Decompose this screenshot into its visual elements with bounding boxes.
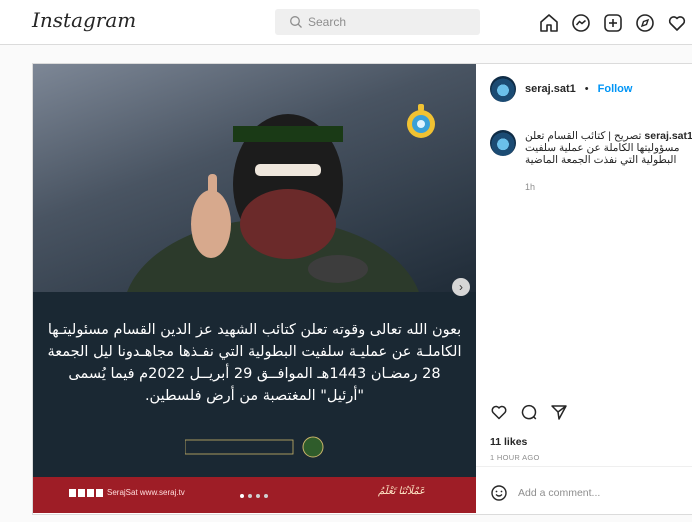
post-media[interactable]: بعون الله تعالى وقوته تعلن كتائب الشهيد …	[33, 64, 476, 513]
footer-social-handle: SerajSat www.seraj.tv	[69, 488, 185, 497]
post-photo	[33, 64, 476, 409]
next-slide-button[interactable]: ›	[452, 278, 470, 296]
carousel-dot	[240, 494, 244, 498]
search-input[interactable]: Search	[308, 15, 346, 29]
channel-logo-icon	[407, 104, 435, 138]
avatar[interactable]	[490, 130, 516, 156]
social-icons	[69, 488, 103, 497]
caption: seraj.sat1 تصريح | كتائب القسام تعلن مسؤ…	[490, 130, 692, 166]
carousel-dots	[240, 494, 268, 498]
comment-icon[interactable]	[520, 403, 538, 421]
search-icon	[290, 16, 302, 28]
caption-text-block: seraj.sat1 تصريح | كتائب القسام تعلن مسؤ…	[525, 130, 692, 166]
brigades-emblem-icon	[185, 436, 324, 458]
instagram-logo[interactable]: Instagram	[32, 8, 136, 32]
caption-username[interactable]: seraj.sat1	[644, 130, 692, 142]
post-header: seraj.sat1 • Follow	[490, 76, 632, 102]
carousel-dot	[264, 494, 268, 498]
home-icon[interactable]	[538, 12, 560, 34]
comment-input[interactable]: Add a comment...	[518, 487, 600, 499]
top-navigation-bar: Instagram Search	[0, 0, 692, 45]
explore-icon[interactable]	[634, 12, 656, 34]
comment-box: Add a comment...	[490, 484, 600, 502]
post-sidebar: seraj.sat1 • Follow seraj.sat1 تصريح | ك…	[476, 64, 692, 513]
post-card: بعون الله تعالى وقوته تعلن كتائب الشهيد …	[32, 63, 692, 515]
username-link[interactable]: seraj.sat1	[525, 83, 576, 95]
like-icon[interactable]	[490, 403, 508, 421]
post-time: 1 HOUR AGO	[490, 453, 540, 462]
footer-handle-text: SerajSat www.seraj.tv	[107, 488, 185, 497]
follow-button[interactable]: Follow	[598, 83, 633, 95]
divider	[476, 466, 692, 467]
emoji-icon[interactable]	[490, 484, 508, 502]
carousel-dot	[256, 494, 260, 498]
masked-figure-illustration	[123, 114, 423, 409]
search-box[interactable]: Search	[275, 9, 480, 35]
nav-icons	[538, 12, 688, 34]
statement-text: بعون الله تعالى وقوته تعلن كتائب الشهيد …	[47, 322, 462, 404]
separator-dot: •	[584, 83, 589, 95]
new-post-icon[interactable]	[602, 12, 624, 34]
avatar[interactable]	[490, 76, 516, 102]
likes-count[interactable]: 11 likes	[490, 436, 527, 448]
messenger-icon[interactable]	[570, 12, 592, 34]
post-actions	[490, 403, 568, 421]
carousel-dot	[248, 494, 252, 498]
share-icon[interactable]	[550, 403, 568, 421]
caption-timestamp: 1h	[525, 182, 536, 192]
footer-slogan: عَمْلَاتُنَا تَعْلَمُ	[378, 486, 425, 497]
heart-icon[interactable]	[666, 12, 688, 34]
